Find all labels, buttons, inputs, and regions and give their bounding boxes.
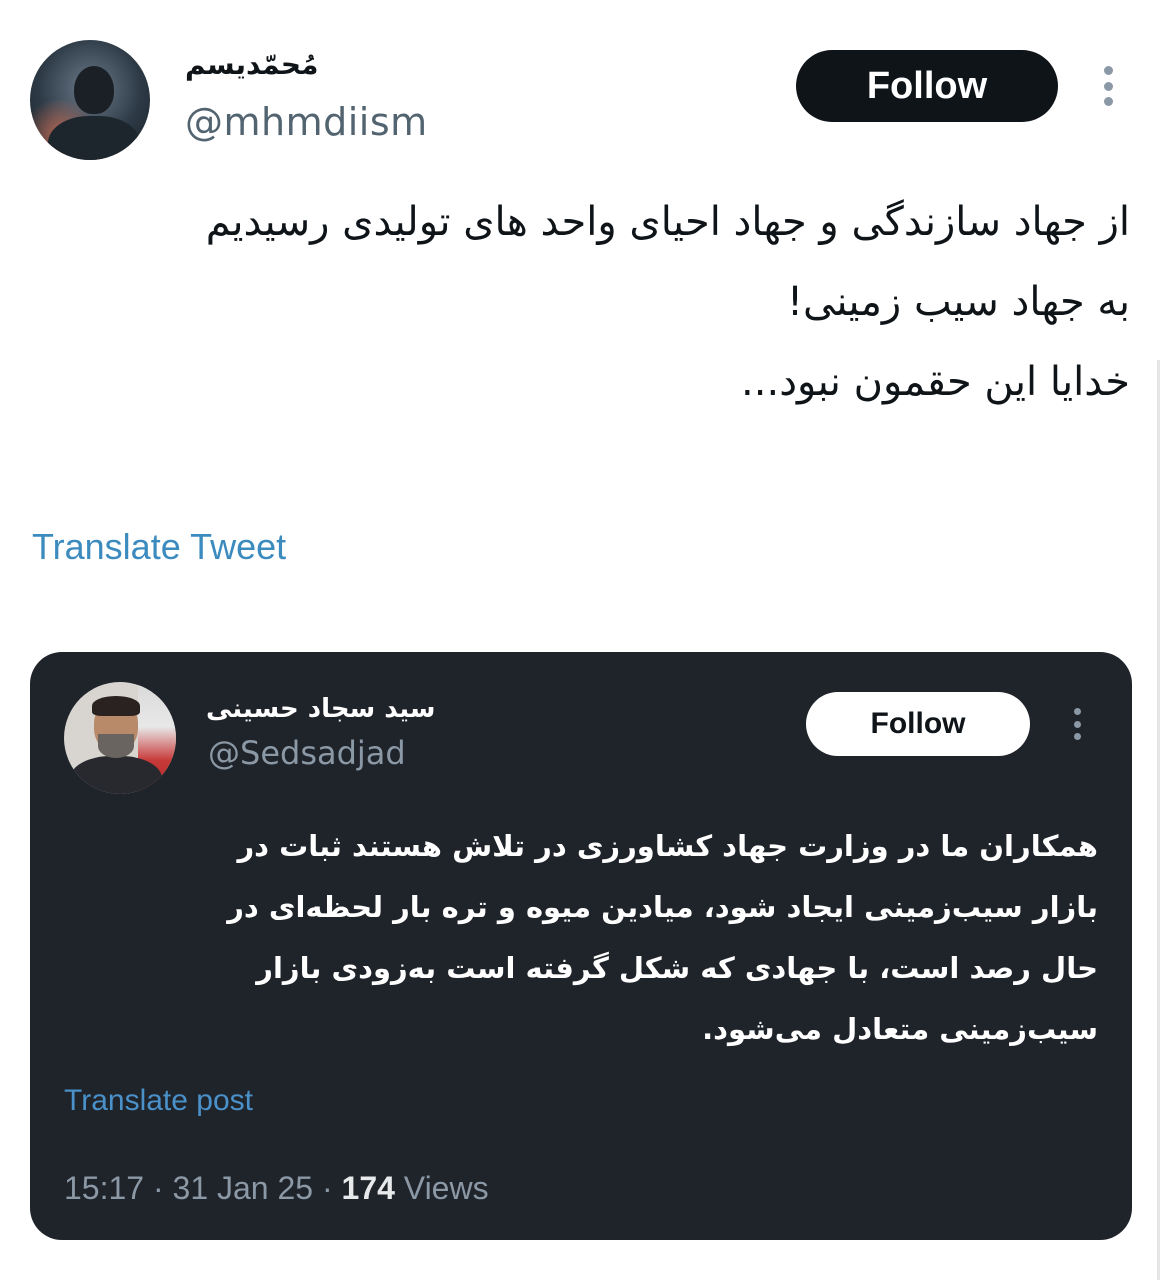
post-time[interactable]: 15:17 [64,1170,144,1206]
quoted-line: همکاران ما در وزارت جهاد کشاورزی در تلاش… [237,829,1098,863]
more-dot [1103,97,1113,106]
tweet-line: به جهاد سیب زمینی! [786,279,1130,325]
more-vertical-icon[interactable] [1098,66,1118,106]
post-date[interactable]: 31 Jan 25 [173,1170,314,1206]
avatar-beard [98,734,134,758]
avatar-suit [70,756,162,794]
avatar-body [48,116,140,160]
tweet-text: از جهاد سازندگی و جهاد احیای واحد های تو… [30,182,1130,422]
quoted-line: بازار سیب‌زمینی ایجاد شود، میادین میوه و… [227,890,1098,924]
quoted-avatar[interactable] [64,682,176,794]
quoted-line: سیب‌زمینی متعادل می‌شود. [702,1012,1098,1046]
avatar-head [74,66,114,114]
views-count: 174 [341,1170,395,1206]
scrollbar[interactable] [1157,360,1160,1280]
author-handle[interactable]: @mhmdiism [185,100,428,144]
tweet-line: خدایا این حقمون نبود... [741,359,1130,405]
meta-separator: · [152,1170,164,1206]
more-vertical-icon[interactable] [1070,708,1084,740]
quoted-text: همکاران ما در وزارت جهاد کشاورزی در تلاش… [120,816,1098,1060]
author-avatar[interactable] [30,40,150,160]
author-display-name[interactable]: مُحمّدیسم [185,48,355,81]
more-dot [1073,708,1081,715]
translate-tweet-link[interactable]: Translate Tweet [32,526,286,568]
views-label: Views [403,1170,489,1206]
more-dot [1073,720,1081,728]
quoted-follow-button[interactable]: Follow [806,692,1030,756]
avatar-hair [92,696,140,716]
quoted-display-name[interactable]: سید سجاد حسینی [206,694,446,724]
follow-button[interactable]: Follow [796,50,1058,122]
translate-post-link[interactable]: Translate post [64,1084,253,1118]
post-meta: 15:17 · 31 Jan 25 · 174 Views [64,1170,489,1207]
quoted-handle[interactable]: @Sedsadjad [208,734,406,772]
quoted-tweet-card[interactable]: سید سجاد حسینی @Sedsadjad Follow همکاران… [30,652,1132,1240]
meta-separator: · [321,1170,333,1206]
more-dot [1073,733,1081,740]
quoted-line: حال رصد است، با جهادی که شکل گرفته است ب… [256,951,1098,985]
more-dot [1103,66,1113,75]
tweet-line: از جهاد سازندگی و جهاد احیای واحد های تو… [205,199,1130,245]
more-dot [1103,81,1113,91]
